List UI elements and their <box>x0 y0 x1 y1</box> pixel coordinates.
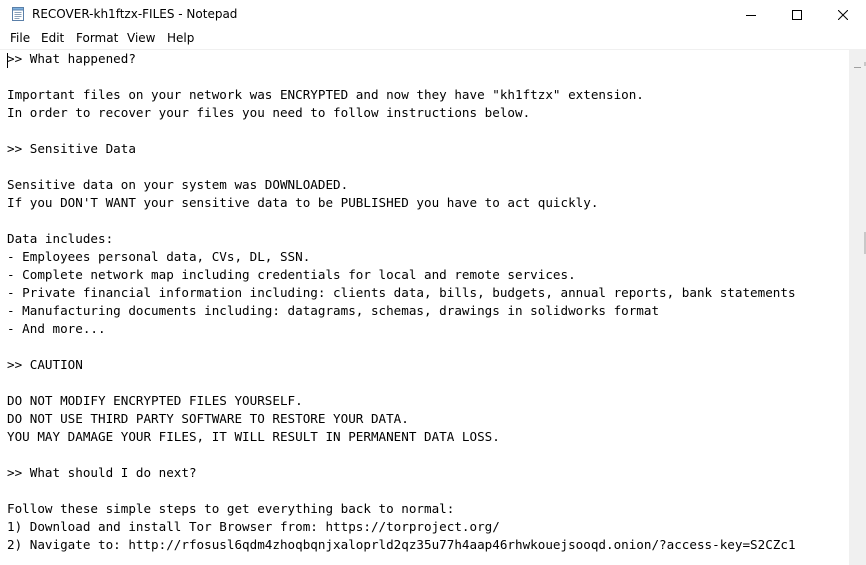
text-line: - Employees personal data, CVs, DL, SSN. <box>7 249 311 264</box>
text-line: - Private financial information includin… <box>7 285 796 300</box>
vertical-scrollbar[interactable] <box>849 49 866 565</box>
menu-bar: File Edit Format View Help <box>0 29 866 49</box>
title-bar[interactable]: RECOVER-kh1ftzx-FILES - Notepad <box>0 0 866 29</box>
text-line: Sensitive data on your system was DOWNLO… <box>7 177 349 192</box>
close-button[interactable] <box>820 0 866 29</box>
text-line: DO NOT MODIFY ENCRYPTED FILES YOURSELF. <box>7 393 303 408</box>
text-line: - Complete network map including credent… <box>7 267 576 282</box>
minimize-button[interactable] <box>728 0 774 29</box>
window-title: RECOVER-kh1ftzx-FILES - Notepad <box>32 7 238 21</box>
notepad-icon[interactable] <box>10 6 26 22</box>
text-line: >> What happened? <box>7 51 136 66</box>
text-line: - Manufacturing documents including: dat… <box>7 303 660 318</box>
menu-edit[interactable]: Edit <box>41 31 64 45</box>
text-line: Data includes: <box>7 231 114 246</box>
minimize-icon <box>746 5 756 24</box>
scroll-up-arrow[interactable] <box>854 67 861 73</box>
text-line: >> Sensitive Data <box>7 141 136 156</box>
text-line: - And more... <box>7 321 106 336</box>
maximize-icon <box>792 5 802 24</box>
text-line: >> What should I do next? <box>7 465 197 480</box>
maximize-button[interactable] <box>774 0 820 29</box>
text-line: 1) Download and install Tor Browser from… <box>7 519 500 534</box>
notepad-window: RECOVER-kh1ftzx-FILES - Notepad File Edi… <box>0 0 866 565</box>
text-editor-area[interactable]: >> What happened? Important files on your… <box>0 49 849 565</box>
text-line: Important files on your network was ENCR… <box>7 87 644 102</box>
close-icon <box>837 5 849 24</box>
menu-format[interactable]: Format <box>76 31 118 45</box>
text-line: Follow these simple steps to get everyth… <box>7 501 455 516</box>
text-line: YOU MAY DAMAGE YOUR FILES, IT WILL RESUL… <box>7 429 500 444</box>
text-line: DO NOT USE THIRD PARTY SOFTWARE TO RESTO… <box>7 411 409 426</box>
text-line: 2) Navigate to: http://rfosusl6qdm4zhoqb… <box>7 537 796 552</box>
text-line: >> CAUTION <box>7 357 83 372</box>
text-line: If you DON'T WANT your sensitive data to… <box>7 195 599 210</box>
menu-file[interactable]: File <box>10 31 30 45</box>
menu-help[interactable]: Help <box>167 31 194 45</box>
text-line: In order to recover your files you need … <box>7 105 531 120</box>
menu-view[interactable]: View <box>127 31 155 45</box>
